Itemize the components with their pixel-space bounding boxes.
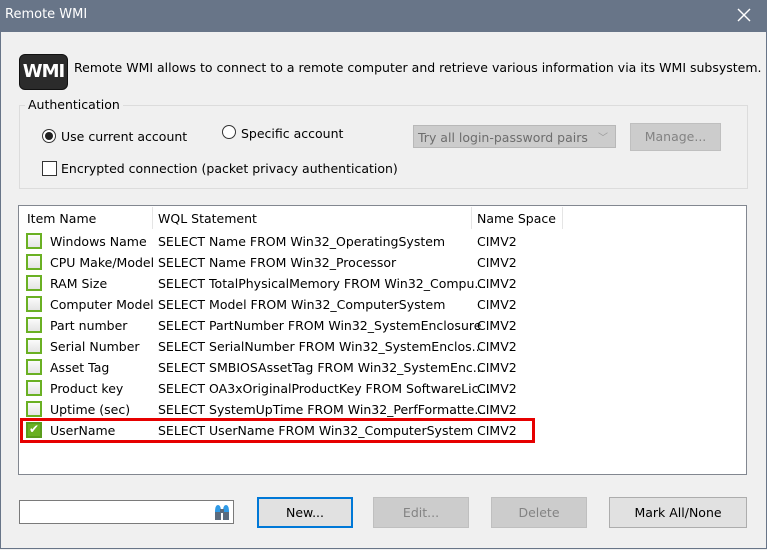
item-name: Part number <box>50 318 128 333</box>
item-namespace: CIMV2 <box>477 234 517 249</box>
item-checkbox[interactable] <box>26 233 42 249</box>
intro-text: Remote WMI allows to connect to a remote… <box>74 60 762 75</box>
item-checkbox[interactable] <box>26 317 42 333</box>
item-wql: SELECT Name FROM Win32_Processor <box>158 255 397 270</box>
list-item[interactable]: Windows Name SELECT Name FROM Win32_Opera… <box>19 231 746 252</box>
use-current-account-label[interactable]: Use current account <box>61 129 187 144</box>
column-header-item-name[interactable]: Item Name <box>27 211 96 226</box>
item-checkbox[interactable] <box>26 380 42 396</box>
item-namespace: CIMV2 <box>477 255 517 270</box>
item-namespace: CIMV2 <box>477 297 517 312</box>
item-namespace: CIMV2 <box>477 318 517 333</box>
column-separator[interactable] <box>152 207 153 229</box>
item-namespace: CIMV2 <box>477 423 517 438</box>
list-item[interactable]: Serial Number SELECT SerialNumber FROM Wi… <box>19 336 746 357</box>
search-input[interactable] <box>19 500 234 524</box>
item-checkbox[interactable] <box>26 254 42 270</box>
wmi-logo-icon: WMI <box>19 54 68 90</box>
item-namespace: CIMV2 <box>477 276 517 291</box>
item-wql: SELECT OA3xOriginalProductKey FROM Softw… <box>158 381 491 396</box>
item-namespace: CIMV2 <box>477 381 517 396</box>
column-separator[interactable] <box>562 207 563 229</box>
login-pairs-dropdown[interactable]: Try all login-password pairs ﹀ <box>413 125 616 148</box>
item-name: Computer Model <box>50 297 154 312</box>
item-checkbox[interactable] <box>26 338 42 354</box>
list-header: Item Name WQL Statement Name Space <box>19 206 746 230</box>
item-checkbox[interactable] <box>26 275 42 291</box>
list-item[interactable]: Product key SELECT OA3xOriginalProductKey… <box>19 378 746 399</box>
list-item[interactable]: Uptime (sec) SELECT SystemUpTime FROM Win… <box>19 399 746 420</box>
list-item[interactable]: Computer Model SELECT Model FROM Win32_Co… <box>19 294 746 315</box>
window-title: Remote WMI <box>5 7 88 22</box>
list-item[interactable]: RAM Size SELECT TotalPhysicalMemory FROM … <box>19 273 746 294</box>
item-name: CPU Make/Model <box>50 255 155 270</box>
close-icon[interactable] <box>734 5 754 25</box>
list-item[interactable]: Asset Tag SELECT SMBIOSAssetTag FROM Win3… <box>19 357 746 378</box>
list-item[interactable]: Part number SELECT PartNumber FROM Win32_… <box>19 315 746 336</box>
list-item[interactable]: UserName SELECT UserName FROM Win32_Compu… <box>19 420 746 441</box>
item-name: RAM Size <box>50 276 108 291</box>
specific-account-radio[interactable] <box>222 125 236 139</box>
authentication-label: Authentication <box>25 97 123 112</box>
item-wql: SELECT Name FROM Win32_OperatingSystem <box>158 234 446 249</box>
item-name: Serial Number <box>50 339 140 354</box>
item-checkbox[interactable] <box>26 401 42 417</box>
edit-button[interactable]: Edit... <box>373 497 469 528</box>
manage-button[interactable]: Manage... <box>630 123 721 151</box>
column-header-namespace[interactable]: Name Space <box>477 211 556 226</box>
item-name: Windows Name <box>50 234 147 249</box>
item-wql: SELECT TotalPhysicalMemory FROM Win32_Co… <box>158 276 487 291</box>
mark-all-none-button[interactable]: Mark All/None <box>609 497 747 528</box>
column-header-wql[interactable]: WQL Statement <box>158 211 257 226</box>
binoculars-icon[interactable] <box>213 503 231 521</box>
item-wql: SELECT Model FROM Win32_ComputerSystem <box>158 297 446 312</box>
specific-account-label[interactable]: Specific account <box>241 126 343 141</box>
item-wql: SELECT SystemUpTime FROM Win32_PerfForma… <box>158 402 487 417</box>
column-separator[interactable] <box>471 207 472 229</box>
encrypted-connection-label[interactable]: Encrypted connection (packet privacy aut… <box>61 161 398 176</box>
login-pairs-value: Try all login-password pairs <box>418 130 588 145</box>
wmi-items-list[interactable]: Item Name WQL Statement Name Space Windo… <box>18 205 747 475</box>
delete-button[interactable]: Delete <box>491 497 587 528</box>
list-item[interactable]: CPU Make/Model SELECT Name FROM Win32_Pro… <box>19 252 746 273</box>
item-namespace: CIMV2 <box>477 402 517 417</box>
use-current-account-radio[interactable] <box>42 129 56 143</box>
item-wql: SELECT UserName FROM Win32_ComputerSyste… <box>158 423 474 438</box>
item-checkbox[interactable] <box>26 359 42 375</box>
item-namespace: CIMV2 <box>477 339 517 354</box>
item-wql: SELECT PartNumber FROM Win32_SystemEnclo… <box>158 318 482 333</box>
item-name: Asset Tag <box>50 360 110 375</box>
item-checkbox[interactable] <box>26 296 42 312</box>
item-name: Uptime (sec) <box>50 402 131 417</box>
item-wql: SELECT SerialNumber FROM Win32_SystemEnc… <box>158 339 484 354</box>
chevron-down-icon: ﹀ <box>598 133 608 144</box>
title-bar: Remote WMI <box>0 0 767 32</box>
encrypted-connection-checkbox[interactable] <box>42 161 57 176</box>
item-namespace: CIMV2 <box>477 360 517 375</box>
item-name: UserName <box>50 423 116 438</box>
new-button[interactable]: New... <box>257 497 353 528</box>
item-checkbox[interactable] <box>26 422 42 438</box>
item-wql: SELECT SMBIOSAssetTag FROM Win32_SystemE… <box>158 360 485 375</box>
item-name: Product key <box>50 381 124 396</box>
